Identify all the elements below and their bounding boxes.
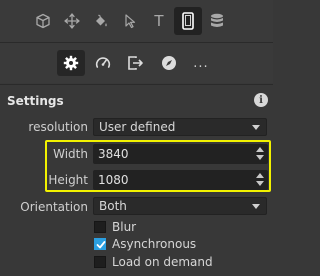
height-field[interactable]: 1080 <box>93 170 268 190</box>
decrement-icon[interactable] <box>256 155 264 160</box>
paint-bucket-icon[interactable] <box>87 7 115 35</box>
more-icon[interactable]: ... <box>187 50 215 76</box>
checkmark-icon <box>96 241 106 249</box>
orientation-value: Both <box>99 199 127 213</box>
width-field[interactable]: 3840 <box>93 144 268 164</box>
panel-tabs-toolbar: ... <box>0 43 273 83</box>
settings-header: Settings i <box>0 89 273 113</box>
chevron-down-icon <box>252 204 260 209</box>
width-value: 3840 <box>98 147 129 161</box>
settings-title: Settings <box>7 94 64 108</box>
top-toolbar: T <box>0 0 273 42</box>
height-stepper[interactable] <box>255 172 265 188</box>
export-icon[interactable] <box>121 50 149 76</box>
section-divider <box>0 84 273 85</box>
gear-icon[interactable] <box>57 50 85 76</box>
asynchronous-label: Asynchronous <box>112 237 197 251</box>
database-icon[interactable] <box>203 7 231 35</box>
device-icon[interactable] <box>174 7 202 35</box>
orientation-label: Orientation <box>20 200 88 214</box>
asynchronous-checkbox[interactable] <box>94 238 106 250</box>
increment-icon[interactable] <box>256 173 264 178</box>
move-icon[interactable] <box>58 7 86 35</box>
more-glyph: ... <box>193 55 209 71</box>
text-icon-glyph: T <box>154 12 164 30</box>
settings-window: T ... Settings i resolution User defined… <box>0 0 273 276</box>
width-label: Width <box>53 147 88 161</box>
text-icon[interactable]: T <box>145 7 173 35</box>
cube-icon[interactable] <box>29 7 57 35</box>
load-on-demand-checkbox[interactable] <box>94 256 106 268</box>
cursor-icon[interactable] <box>116 7 144 35</box>
decrement-icon[interactable] <box>256 181 264 186</box>
blur-label: Blur <box>112 220 137 234</box>
chevron-down-icon <box>252 125 260 130</box>
height-label: Height <box>48 173 88 187</box>
speedometer-icon[interactable] <box>89 50 117 76</box>
info-icon[interactable]: i <box>254 93 268 107</box>
width-stepper[interactable] <box>255 146 265 162</box>
resolution-value: User defined <box>99 120 176 134</box>
height-value: 1080 <box>98 173 129 187</box>
compass-icon[interactable] <box>155 50 183 76</box>
increment-icon[interactable] <box>256 147 264 152</box>
blur-checkbox[interactable] <box>94 221 106 233</box>
resolution-select[interactable]: User defined <box>93 118 267 136</box>
resolution-label: resolution <box>28 120 88 134</box>
load-on-demand-label: Load on demand <box>112 255 213 269</box>
orientation-select[interactable]: Both <box>93 197 267 215</box>
